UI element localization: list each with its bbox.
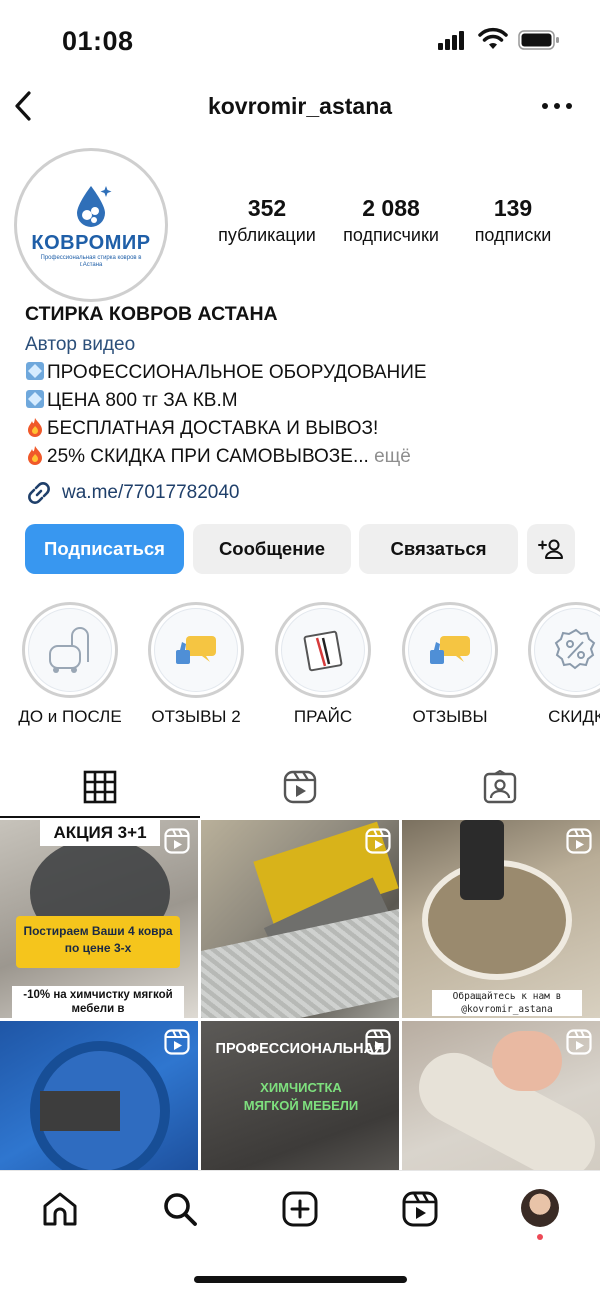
bio-line-2-text: ЦЕНА 800 тг ЗА КВ.М [47,390,238,411]
stat-posts-count: 352 [247,195,287,221]
stat-followers-label: подписчики [343,225,439,245]
highlight-discounts[interactable]: СКИДК [521,602,600,727]
reel-badge-icon [164,1029,190,1055]
stat-following-count: 139 [493,195,533,221]
motor-part-shape [40,1091,120,1131]
post-thumbnail[interactable]: Обращайтесь к нам в @kovromir_astana [402,820,600,1018]
stat-following-label: подписки [474,225,552,245]
highlight-before-after[interactable]: ДО и ПОСЛЕ [15,602,125,727]
bio-name: СТИРКА КОВРОВ АСТАНА [25,303,278,325]
contact-button[interactable]: Связаться [359,524,518,574]
stat-posts-label: публикации [218,225,316,245]
profile-username: kovromir_astana [207,93,393,119]
reel-badge-icon [566,1029,592,1055]
bio-line-2: ЦЕНА 800 тг ЗА КВ.М [25,387,585,415]
bio-line-3: БЕСПЛАТНАЯ ДОСТАВКА И ВЫВОЗ! [25,415,585,443]
bio-line-4: 25% СКИДКА ПРИ САМОВЫВОЗЕ... ещё [25,443,585,471]
link-icon [28,482,50,504]
tagged-tab-icon[interactable] [483,770,517,804]
follow-button[interactable]: Подписаться [25,524,184,574]
more-options-icon[interactable] [540,98,574,114]
vacuum-cleaner-icon [49,627,89,673]
wifi-icon [478,27,508,49]
bio-website-link[interactable]: wa.me/77017782040 [25,479,239,507]
stat-followers[interactable]: 2 088 подписчики [333,195,449,246]
reel-badge-icon [164,828,190,854]
profile-bio: СТИРКА КОВРОВ АСТАНА Автор видео ПРОФЕСС… [25,300,585,471]
highlight-label: СКИДК [548,707,600,726]
diamond-emoji-icon [26,390,44,408]
profile-avatar-nav[interactable] [521,1189,559,1227]
reels-tab-icon[interactable] [283,770,317,804]
bio-line-4-text: 25% СКИДКА ПРИ САМОВЫВОЗЕ... [47,446,369,467]
post-promo-offer: Постираем Ваши 4 ковра по цене 3-х [16,916,180,968]
highlight-label: ОТЗЫВЫ 2 [151,707,241,726]
reels-icon[interactable] [401,1190,439,1228]
cellular-signal-icon [438,31,464,50]
post-subtitle-overlay: ХИМЧИСТКА МЯГКОЙ МЕБЕЛИ [243,1080,359,1113]
home-icon[interactable] [41,1190,79,1228]
hand-shape [492,1031,562,1091]
diamond-emoji-icon [26,362,44,380]
home-indicator [194,1276,407,1283]
logo-wordmark: КОВРОМИР [31,231,151,254]
reviews-chat-icon [176,636,216,664]
discount-percent-icon [554,628,596,670]
bio-line-3-text: БЕСПЛАТНАЯ ДОСТАВКА И ВЫВОЗ! [47,418,379,439]
reel-badge-icon [365,1029,391,1055]
profile-avatar[interactable]: КОВРОМИР Профессиональная стирка ковров … [14,148,168,302]
post-caption: Обращайтесь к нам в @kovromir_astana [432,990,582,1016]
highlight-price[interactable]: ПРАЙС [268,602,378,727]
machine-shape [460,820,504,900]
reel-badge-icon [365,828,391,854]
highlight-label: ОТЗЫВЫ [412,707,488,726]
create-post-icon[interactable] [281,1190,319,1228]
notification-dot [537,1234,543,1240]
suggest-accounts-button[interactable] [527,524,575,574]
reviews-chat-icon [430,636,470,664]
highlight-label: ПРАЙС [293,707,353,726]
stat-following[interactable]: 139 подписки [462,195,564,246]
bio-website-text: wa.me/77017782040 [62,482,240,503]
status-time: 01:08 [62,26,134,56]
water-drop-logo-icon [77,185,112,227]
active-tab-indicator [0,816,200,818]
post-promo-title: АКЦИЯ 3+1 [40,820,160,846]
search-icon[interactable] [161,1190,199,1228]
add-person-icon [538,539,563,559]
bio-more-link[interactable]: ещё [374,446,411,467]
stat-posts[interactable]: 352 публикации [216,195,318,246]
battery-icon [518,30,559,50]
highlight-label: ДО и ПОСЛЕ [18,707,122,726]
post-thumbnail[interactable] [201,820,399,1018]
highlight-reviews[interactable]: ОТЗЫВЫ [395,602,505,727]
fire-emoji-icon [28,418,42,437]
stat-followers-count: 2 088 [362,195,420,221]
bio-line-1-text: ПРОФЕССИОНАЛЬНОЕ ОБОРУДОВАНИЕ [47,362,427,383]
message-button[interactable]: Сообщение [193,524,351,574]
fire-emoji-icon [28,446,42,465]
grid-posts-tab-icon[interactable] [83,770,117,804]
price-list-icon [303,630,343,672]
bio-line-1: ПРОФЕССИОНАЛЬНОЕ ОБОРУДОВАНИЕ [25,359,585,387]
highlight-reviews-2[interactable]: ОТЗЫВЫ 2 [141,602,251,727]
avatar-logo: КОВРОМИР Профессиональная стирка ковров … [21,155,161,295]
logo-subtitle: Профессиональная стирка ковров в г.Астан… [40,254,142,268]
post-promo-note: -10% на химчистку мягкой мебели в [12,986,184,1018]
bio-category: Автор видео [25,334,136,355]
post-thumbnail[interactable]: АКЦИЯ 3+1 Постираем Ваши 4 ковра по цене… [0,820,198,1018]
reel-badge-icon [566,828,592,854]
